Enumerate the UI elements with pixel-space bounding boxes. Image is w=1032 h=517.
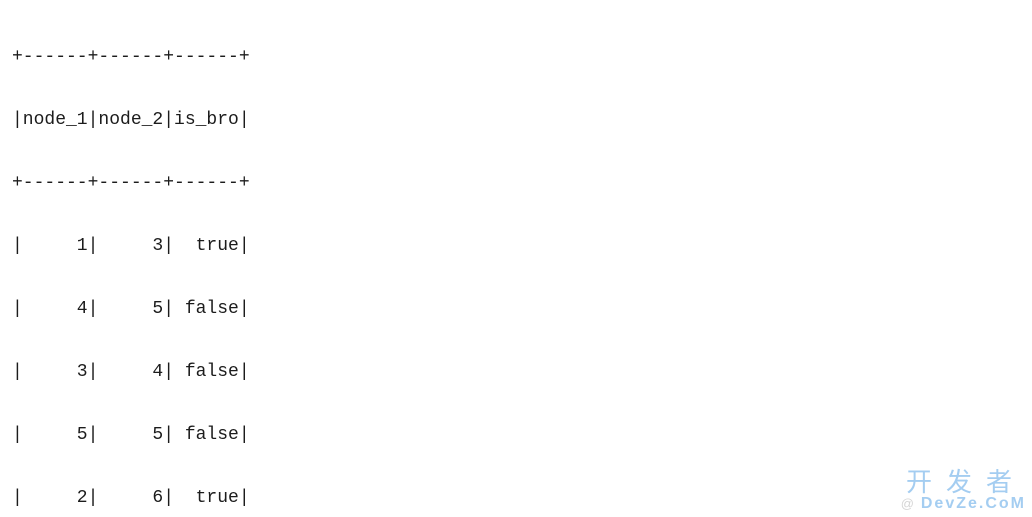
table-row: | 2| 6| true| <box>12 483 1020 515</box>
table-row: | 4| 5| false| <box>12 294 1020 326</box>
console-output: +------+------+------+ |node_1|node_2|is… <box>0 0 1032 517</box>
table-row: | 5| 5| false| <box>12 420 1020 452</box>
table-row: | 1| 3| true| <box>12 231 1020 263</box>
table-border-top: +------+------+------+ <box>12 42 1020 74</box>
table-header-row: |node_1|node_2|is_bro| <box>12 105 1020 137</box>
table-row: | 3| 4| false| <box>12 357 1020 389</box>
table-border-mid: +------+------+------+ <box>12 168 1020 200</box>
